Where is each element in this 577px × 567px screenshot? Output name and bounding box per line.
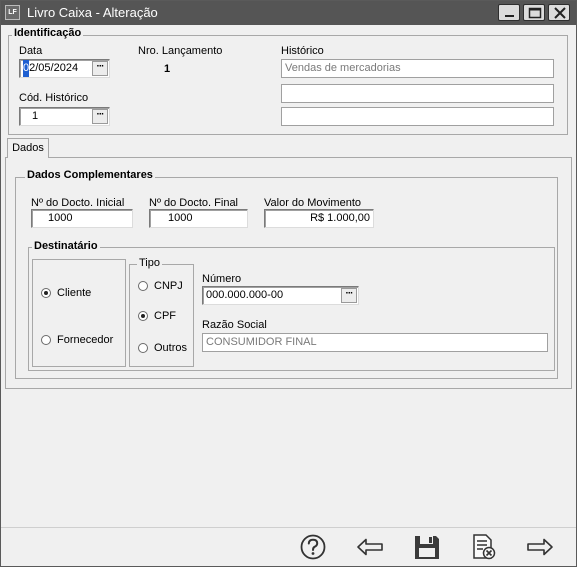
help-icon (300, 534, 326, 560)
back-button[interactable] (355, 533, 385, 561)
destinatario-type-box (32, 259, 126, 367)
valor-movimento-label: Valor do Movimento (264, 197, 362, 209)
data-lookup-button[interactable]: ··· (92, 61, 108, 76)
radio-cpf-indicator (138, 311, 148, 321)
radio-fornecedor[interactable]: Fornecedor (41, 334, 113, 346)
docto-inicial-field[interactable]: 1000 (31, 209, 133, 228)
maximize-icon (528, 7, 542, 19)
back-arrow-icon (357, 538, 383, 556)
radio-cnpj-label: CNPJ (154, 280, 183, 292)
tipo-title: Tipo (137, 257, 162, 269)
razao-social-field[interactable]: CONSUMIDOR FINAL (202, 333, 548, 352)
destinatario-title: Destinatário (32, 240, 100, 252)
nro-lancamento-label: Nro. Lançamento (138, 45, 223, 57)
docto-final-label: Nº do Docto. Final (149, 197, 238, 209)
radio-outros[interactable]: Outros (138, 342, 187, 354)
radio-fornecedor-label: Fornecedor (57, 334, 114, 346)
cod-historico-field[interactable]: 1 ··· (19, 107, 110, 126)
title-bar[interactable]: LF Livro Caixa - Alteração (1, 1, 576, 25)
numero-label: Número (202, 273, 242, 285)
radio-cpf[interactable]: CPF (138, 310, 176, 322)
window-title: Livro Caixa - Alteração (27, 5, 158, 20)
footer-divider (1, 527, 576, 528)
forward-button[interactable] (525, 533, 555, 561)
numero-lookup-button[interactable]: ··· (341, 288, 357, 303)
minimize-icon (505, 15, 514, 17)
dados-complementares-title: Dados Complementares (25, 169, 155, 181)
docto-final-field[interactable]: 1000 (149, 209, 248, 228)
valor-movimento-field[interactable]: R$ 1.000,00 (264, 209, 374, 228)
cod-historico-lookup-button[interactable]: ··· (92, 109, 108, 124)
historico-field-line1[interactable]: Vendas de mercadorias (281, 59, 554, 78)
save-icon (415, 536, 439, 559)
close-button[interactable] (548, 4, 570, 21)
radio-fornecedor-indicator (41, 335, 51, 345)
numero-field[interactable]: 000.000.000-00 ··· (202, 286, 359, 305)
cod-historico-value: 1 (32, 110, 39, 122)
radio-outros-indicator (138, 343, 148, 353)
close-icon (554, 7, 566, 19)
minimize-button[interactable] (498, 4, 520, 21)
livro-caixa-window: LF Livro Caixa - Alteração Identificação… (0, 0, 577, 567)
data-label: Data (19, 45, 43, 57)
historico-field-line3[interactable] (281, 107, 554, 126)
tab-dados[interactable]: Dados (7, 138, 49, 158)
numero-value: 000.000.000-00 (206, 289, 284, 301)
data-field[interactable]: 02/05/2024 ··· (19, 59, 110, 78)
razao-social-label: Razão Social (202, 319, 267, 331)
help-button[interactable] (298, 533, 328, 561)
radio-cnpj[interactable]: CNPJ (138, 280, 183, 292)
save-button[interactable] (412, 533, 442, 561)
identificacao-title: Identificação (12, 27, 84, 39)
app-icon: LF (5, 5, 20, 20)
docto-inicial-label: Nº do Docto. Inicial (31, 197, 125, 209)
nro-lancamento-value: 1 (164, 63, 171, 75)
historico-label: Histórico (281, 45, 324, 57)
radio-cnpj-indicator (138, 281, 148, 291)
radio-cliente-label: Cliente (57, 287, 92, 299)
cancel-document-button[interactable] (469, 533, 499, 561)
radio-cpf-label: CPF (154, 310, 176, 322)
radio-outros-label: Outros (154, 342, 188, 354)
forward-arrow-icon (527, 538, 553, 556)
radio-cliente[interactable]: Cliente (41, 287, 91, 299)
maximize-button[interactable] (523, 4, 545, 21)
historico-field-line2[interactable] (281, 84, 554, 103)
radio-cliente-indicator (41, 288, 51, 298)
cod-historico-label: Cód. Histórico (19, 92, 89, 104)
data-field-value: 2/05/2024 (29, 62, 79, 74)
cancel-document-icon (473, 534, 496, 560)
